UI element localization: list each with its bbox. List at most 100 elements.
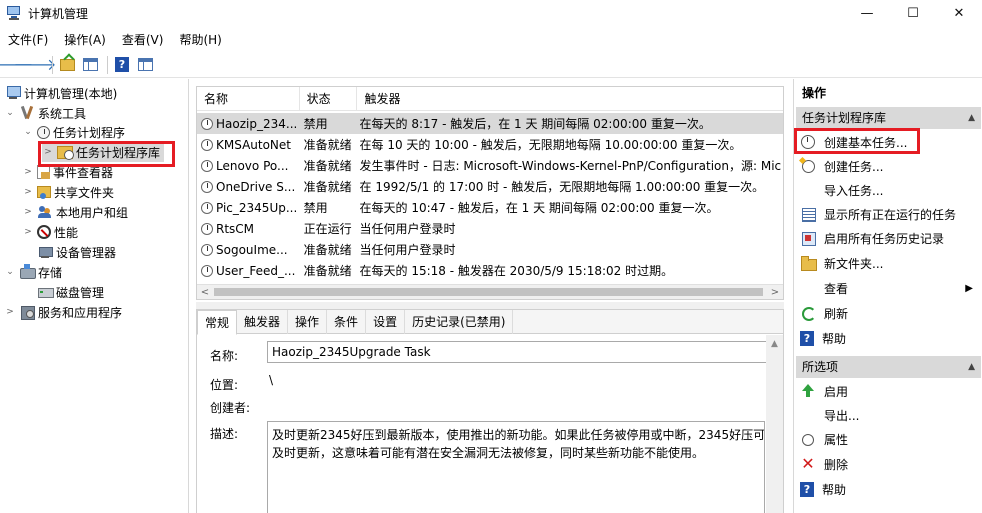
up-folder-button[interactable] (57, 55, 77, 75)
table-row[interactable]: SogouIme... 准备就绪 当任何用户登录时 (197, 239, 783, 260)
tab-general[interactable]: 常规 (197, 310, 238, 335)
pane-splitter[interactable] (196, 302, 784, 309)
tree-item-label: 系统工具 (38, 106, 87, 121)
section-header-library[interactable]: 任务计划程序库 ▲ (796, 107, 981, 129)
tree-item-disk-management[interactable]: 磁盘管理 (34, 282, 104, 302)
task-clock-icon (201, 243, 213, 256)
forward-arrow-icon: 🡒 (13, 54, 57, 74)
action-label: 导出... (824, 408, 860, 423)
table-row[interactable]: User_Feed_... 准备就绪 在每天的 15:18 - 触发器在 203… (197, 260, 783, 281)
task-clock-icon (201, 117, 213, 130)
task-trigger: 在每 10 天的 10:00 - 触发后，无限期地每隔 10.00:00:00 … (359, 138, 742, 152)
task-name: OneDrive S... (216, 179, 296, 194)
highlight-box (794, 128, 920, 154)
new-folder-icon (800, 255, 817, 271)
tab-history[interactable]: 历史记录(已禁用) (405, 310, 514, 334)
scroll-right-icon[interactable]: > (768, 285, 782, 299)
scrollbar-thumb[interactable] (214, 288, 763, 296)
tab-triggers[interactable]: 触发器 (237, 310, 289, 334)
section-title: 所选项 (802, 360, 839, 374)
task-list: 名称 状态 触发器 Haozip_234... 禁用 在每天的 8:17 - 触… (196, 86, 784, 300)
computer-icon (5, 85, 21, 101)
name-field[interactable]: Haozip_2345Upgrade Task (267, 341, 767, 363)
chevron-down-icon[interactable]: ⌄ (4, 267, 16, 277)
action-delete[interactable]: ✕ 删除 (796, 452, 981, 476)
tree-item-system-tools[interactable]: ⌄ 系统工具 (4, 103, 86, 123)
chevron-right-icon[interactable]: > (4, 307, 16, 317)
description-field[interactable]: 及时更新2345好压到最新版本，使用推出的新功能。如果此任务被停用或中断，234… (267, 421, 765, 513)
action-label: 帮助 (822, 331, 847, 346)
menu-help[interactable]: 帮助(H) (171, 31, 229, 48)
table-row[interactable]: Haozip_234... 禁用 在每天的 8:17 - 触发后，在 1 天 期… (197, 113, 783, 134)
scroll-up-icon[interactable]: ▲ (766, 339, 783, 349)
help-button[interactable]: ? (112, 55, 132, 75)
menu-action[interactable]: 操作(A) (56, 31, 114, 48)
action-export[interactable]: 导出... (796, 403, 981, 427)
task-trigger: 在每天的 15:18 - 触发器在 2030/5/9 15:18:02 时过期。 (359, 264, 674, 278)
action-help-selected[interactable]: ? 帮助 (796, 477, 981, 501)
action-enable-history[interactable]: 启用所有任务历史记录 (796, 226, 981, 250)
tree-item-local-users-groups[interactable]: > 本地用户和组 (22, 202, 128, 222)
task-detail-panel: 常规 触发器 操作 条件 设置 历史记录(已禁用) 名称: Haozip_234… (196, 309, 784, 513)
tree-item-shared-folders[interactable]: > 共享文件夹 (22, 182, 114, 202)
tab-conditions[interactable]: 条件 (327, 310, 367, 334)
chevron-right-icon[interactable]: > (22, 227, 34, 237)
task-trigger: 在每天的 10:47 - 触发后，在 1 天 期间每隔 02:00:00 重复一… (359, 201, 719, 215)
tree-item-storage[interactable]: ⌄ 存储 (4, 262, 62, 282)
column-header-status[interactable]: 状态 (300, 87, 358, 111)
tree-item-computer-management[interactable]: 计算机管理(本地) (2, 83, 117, 103)
tree-item-device-manager[interactable]: 设备管理器 (34, 242, 116, 262)
column-header-trigger[interactable]: 触发器 (357, 87, 783, 111)
task-clock-icon (201, 180, 213, 193)
chevron-down-icon[interactable]: ⌄ (4, 108, 16, 118)
minimize-button[interactable]: — (844, 0, 890, 26)
action-new-folder[interactable]: 新文件夹... (796, 251, 981, 275)
chevron-right-icon[interactable]: > (22, 167, 34, 177)
forward-button[interactable]: 🡒 (14, 55, 57, 75)
chevron-right-icon[interactable]: > (22, 187, 34, 197)
collapse-icon[interactable]: ▲ (968, 107, 975, 129)
action-refresh[interactable]: 刷新 (796, 301, 981, 325)
computer-management-icon (6, 5, 22, 21)
vertical-scrollbar[interactable]: ▲ (766, 335, 783, 513)
horizontal-scrollbar[interactable]: < > (197, 284, 783, 299)
table-row[interactable]: KMSAutoNet 准备就绪 在每 10 天的 10:00 - 触发后，无限期… (197, 134, 783, 155)
action-label: 属性 (824, 432, 849, 447)
action-properties[interactable]: 属性 (796, 427, 981, 451)
task-name: Haozip_234... (216, 116, 296, 131)
tree-item-label: 本地用户和组 (56, 205, 129, 220)
table-row[interactable]: RtsCM 正在运行 当任何用户登录时 (197, 218, 783, 239)
tab-actions[interactable]: 操作 (288, 310, 328, 334)
collapse-icon[interactable]: ▲ (968, 356, 975, 378)
table-row[interactable]: OneDrive S... 准备就绪 在 1992/5/1 的 17:00 时 … (197, 176, 783, 197)
task-clock-icon (201, 159, 213, 172)
menu-file[interactable]: 文件(F) (0, 31, 56, 48)
action-create-task[interactable]: 创建任务... (796, 154, 981, 178)
description-line: 及时更新2345好压到最新版本，使用推出的新功能。如果此任务被停用或中断，234… (272, 428, 765, 442)
tree-item-performance[interactable]: > 性能 (22, 222, 78, 242)
table-row[interactable]: Pic_2345Up... 禁用 在每天的 10:47 - 触发后，在 1 天 … (197, 197, 783, 218)
action-enable[interactable]: 启用 (796, 379, 981, 403)
close-button[interactable]: ✕ (936, 0, 982, 26)
tree-item-task-scheduler[interactable]: ⌄ 任务计划程序 (22, 122, 125, 142)
maximize-button[interactable]: ☐ (890, 0, 936, 26)
action-import-task[interactable]: 导入任务... (796, 178, 981, 202)
action-show-running-tasks[interactable]: 显示所有正在运行的任务 (796, 202, 981, 226)
section-header-selected-item[interactable]: 所选项 ▲ (796, 356, 981, 378)
scroll-left-icon[interactable]: < (198, 285, 212, 299)
action-help[interactable]: ? 帮助 (796, 326, 981, 350)
column-header-name[interactable]: 名称 (197, 87, 300, 111)
task-name: User_Feed_... (216, 263, 296, 278)
action-view[interactable]: 查看 ▶ (796, 276, 981, 300)
running-tasks-icon (800, 206, 816, 222)
table-row[interactable]: Lenovo Po... 准备就绪 发生事件时 - 日志: Microsoft-… (197, 155, 783, 176)
tab-settings[interactable]: 设置 (366, 310, 406, 334)
chevron-right-icon[interactable]: > (22, 207, 34, 217)
tree-item-services-applications[interactable]: > 服务和应用程序 (4, 302, 122, 322)
chevron-down-icon[interactable]: ⌄ (22, 127, 34, 137)
location-value: \ (269, 373, 274, 387)
show-hide-console-tree-button[interactable] (80, 55, 100, 75)
show-hide-action-pane-button[interactable] (135, 55, 155, 75)
menu-view[interactable]: 查看(V) (114, 31, 172, 48)
menu-bar: 文件(F) 操作(A) 查看(V) 帮助(H) (0, 28, 230, 50)
